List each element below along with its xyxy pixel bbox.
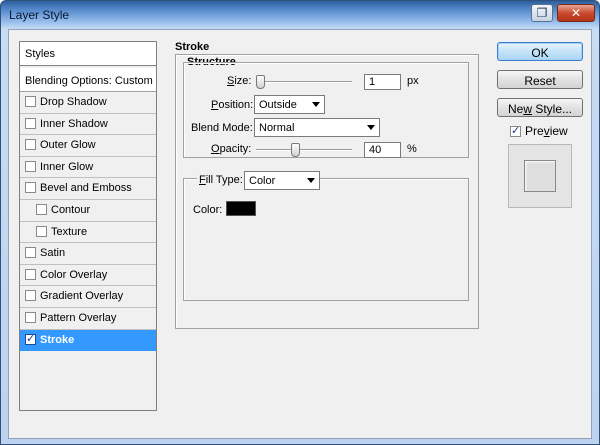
style-items: Drop Shadow Inner Shadow Outer Glow Inner G… <box>20 92 156 352</box>
size-slider-thumb[interactable] <box>256 75 265 89</box>
checkbox-icon[interactable] <box>25 311 36 323</box>
checkbox-icon[interactable] <box>25 268 36 280</box>
style-item-satin[interactable]: Satin <box>20 243 156 265</box>
chevron-down-icon <box>367 125 375 130</box>
style-item-outer-glow[interactable]: Outer Glow <box>20 135 156 157</box>
blend-mode-value: Normal <box>259 122 295 134</box>
styles-list: Styles Blending Options: Custom Drop Sha… <box>19 41 157 411</box>
fill-type-label: Fill Type: <box>197 174 245 186</box>
opacity-slider-thumb[interactable] <box>290 143 300 157</box>
fill-type-group <box>183 178 469 301</box>
dialog-body: Styles Blending Options: Custom Drop Sha… <box>8 29 592 439</box>
color-label: Color: <box>193 204 223 216</box>
size-input[interactable]: 1 <box>364 74 401 90</box>
checkbox-icon[interactable] <box>25 160 36 172</box>
opacity-slider-track[interactable] <box>256 149 352 151</box>
checkbox-icon[interactable] <box>25 96 36 107</box>
style-item-label: Color Overlay <box>40 268 108 281</box>
style-item-label: Inner Glow <box>40 160 94 173</box>
preview-checkbox[interactable]: Preview <box>510 124 568 138</box>
fill-type-value: Color <box>249 175 276 187</box>
checkbox-icon[interactable] <box>25 332 36 345</box>
preview-swatch <box>524 160 556 192</box>
close-button[interactable]: ✕ <box>557 4 595 22</box>
style-item-label: Gradient Overlay <box>40 290 124 303</box>
checkbox-icon[interactable] <box>25 290 36 302</box>
size-unit: px <box>407 75 419 87</box>
style-item-label: Bevel and Emboss <box>40 182 132 195</box>
blending-options-item[interactable]: Blending Options: Custom <box>20 68 156 92</box>
checkbox-icon[interactable] <box>25 247 36 259</box>
color-swatch[interactable] <box>226 201 256 216</box>
reset-button[interactable]: Reset <box>497 70 583 89</box>
checkbox-icon[interactable] <box>36 225 47 237</box>
opacity-label: Opacity: <box>211 143 252 155</box>
style-item-bevel-and-emboss[interactable]: Bevel and Emboss <box>20 178 156 200</box>
position-value: Outside <box>259 99 297 111</box>
style-item-drop-shadow[interactable]: Drop Shadow <box>20 92 156 114</box>
preview-check-icon[interactable] <box>510 124 521 137</box>
style-item-label: Drop Shadow <box>40 96 107 108</box>
style-item-color-overlay[interactable]: Color Overlay <box>20 265 156 287</box>
chevron-down-icon <box>307 178 315 183</box>
preview-thumbnail <box>508 144 572 208</box>
opacity-input[interactable]: 40 <box>364 142 401 158</box>
style-item-gradient-overlay[interactable]: Gradient Overlay <box>20 286 156 308</box>
restore-icon: ❐ <box>536 6 548 20</box>
style-item-label: Texture <box>51 225 88 238</box>
style-item-label: Contour <box>51 203 91 216</box>
checkbox-icon[interactable] <box>25 139 36 151</box>
position-dropdown[interactable]: Outside <box>254 95 325 114</box>
size-label: Size: <box>227 75 252 87</box>
new-style-button[interactable]: New Style... <box>497 98 583 117</box>
blend-mode-label: Blend Mode: <box>191 122 253 134</box>
size-slider-track[interactable] <box>256 81 352 83</box>
style-item-inner-shadow[interactable]: Inner Shadow <box>20 114 156 136</box>
fill-type-dropdown[interactable]: Color <box>244 171 320 190</box>
ok-button[interactable]: OK <box>497 42 583 61</box>
stroke-section-title: Stroke <box>175 41 210 53</box>
style-item-label: Stroke <box>40 333 75 346</box>
checkbox-icon[interactable] <box>25 182 36 194</box>
close-icon: ✕ <box>570 6 582 20</box>
style-item-contour[interactable]: Contour <box>20 200 156 222</box>
style-item-inner-glow[interactable]: Inner Glow <box>20 157 156 179</box>
opacity-unit: % <box>407 143 417 155</box>
position-label: Position: <box>211 99 254 111</box>
style-item-label: Inner Shadow <box>40 117 108 130</box>
layer-style-window: Layer Style ❐ ✕ Styles Blending Options:… <box>0 0 600 445</box>
window-title: Layer Style <box>9 8 70 22</box>
chevron-down-icon <box>312 102 320 107</box>
checkbox-icon[interactable] <box>36 203 47 215</box>
style-item-label: Pattern Overlay <box>40 311 117 324</box>
blend-mode-dropdown[interactable]: Normal <box>254 118 380 137</box>
style-item-label: Outer Glow <box>40 139 96 152</box>
checkbox-icon[interactable] <box>25 117 36 129</box>
style-item-label: Satin <box>40 247 66 260</box>
style-item-texture[interactable]: Texture <box>20 222 156 244</box>
styles-header[interactable]: Styles <box>20 42 156 66</box>
style-item-stroke[interactable]: Stroke <box>20 329 156 352</box>
restore-button[interactable]: ❐ <box>531 4 553 22</box>
style-item-pattern-overlay[interactable]: Pattern Overlay <box>20 308 156 330</box>
title-bar[interactable]: Layer Style ❐ ✕ <box>1 1 599 29</box>
